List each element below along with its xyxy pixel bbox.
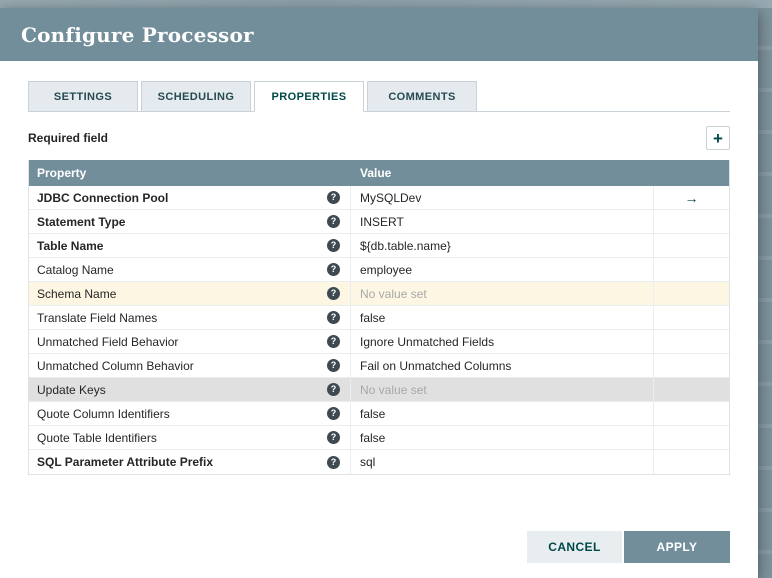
properties-table: Property Value JDBC Connection Pool ? My… (28, 160, 730, 475)
table-row[interactable]: Unmatched Column Behavior ? Fail on Unma… (29, 354, 729, 378)
column-header-value: Value (360, 166, 392, 180)
required-field-label: Required field (28, 131, 109, 145)
tab-settings[interactable]: SETTINGS (28, 81, 138, 111)
property-value[interactable]: No value set (351, 378, 654, 401)
property-cell: Quote Table Identifiers ? (29, 426, 351, 449)
property-value[interactable]: false (351, 306, 654, 329)
property-cell: Catalog Name ? (29, 258, 351, 281)
table-row[interactable]: Statement Type ? INSERT (29, 210, 729, 234)
property-name: JDBC Connection Pool (37, 190, 169, 205)
properties-table-body: JDBC Connection Pool ? MySQLDev → Statem… (29, 186, 729, 474)
help-icon[interactable]: ? (327, 311, 340, 324)
property-cell: Translate Field Names ? (29, 306, 351, 329)
table-row[interactable]: Table Name ? ${db.table.name} (29, 234, 729, 258)
property-value[interactable]: employee (351, 258, 654, 281)
table-row[interactable]: Unmatched Field Behavior ? Ignore Unmatc… (29, 330, 729, 354)
table-row[interactable]: Quote Column Identifiers ? false (29, 402, 729, 426)
help-icon[interactable]: ? (327, 383, 340, 396)
table-row[interactable]: Translate Field Names ? false (29, 306, 729, 330)
property-name: Schema Name (37, 286, 117, 301)
property-name: Update Keys (37, 382, 106, 397)
property-name: Unmatched Field Behavior (37, 334, 179, 349)
help-icon[interactable]: ? (327, 359, 340, 372)
property-cell: Update Keys ? (29, 378, 351, 401)
property-value[interactable]: MySQLDev (351, 186, 654, 209)
help-icon[interactable]: ? (327, 239, 340, 252)
property-value[interactable]: Fail on Unmatched Columns (351, 354, 654, 377)
property-cell: Unmatched Field Behavior ? (29, 330, 351, 353)
help-icon[interactable]: ? (327, 335, 340, 348)
tab-label: PROPERTIES (271, 91, 347, 103)
table-row[interactable]: JDBC Connection Pool ? MySQLDev → (29, 186, 729, 210)
help-icon[interactable]: ? (327, 431, 340, 444)
property-name: Quote Column Identifiers (37, 406, 170, 421)
help-icon[interactable]: ? (327, 215, 340, 228)
property-value[interactable]: false (351, 402, 654, 425)
tab-bar: SETTINGS SCHEDULING PROPERTIES COMMENTS (28, 81, 730, 112)
property-value[interactable]: Ignore Unmatched Fields (351, 330, 654, 353)
help-icon[interactable]: ? (327, 455, 340, 469)
help-icon[interactable]: ? (327, 191, 340, 204)
property-cell: Table Name ? (29, 234, 351, 257)
tab-label: COMMENTS (388, 91, 456, 103)
background-canvas-top (0, 0, 772, 8)
property-cell: JDBC Connection Pool ? (29, 186, 351, 209)
property-cell: Schema Name ? (29, 282, 351, 305)
tab-properties[interactable]: PROPERTIES (254, 81, 364, 112)
help-icon[interactable]: ? (327, 263, 340, 276)
dialog-body: SETTINGS SCHEDULING PROPERTIES COMMENTS … (0, 61, 758, 578)
column-header-property: Property (37, 166, 87, 180)
go-to-service-icon[interactable]: → (654, 186, 729, 209)
property-name: Unmatched Column Behavior (37, 358, 194, 373)
help-icon[interactable]: ? (327, 287, 340, 300)
add-property-button[interactable]: + (706, 126, 730, 150)
property-value[interactable]: false (351, 426, 654, 449)
property-cell: Quote Column Identifiers ? (29, 402, 351, 425)
plus-icon: + (713, 128, 723, 148)
dialog-footer: CANCEL APPLY (28, 531, 730, 578)
property-value[interactable]: No value set (351, 282, 654, 305)
dialog-header: Configure Processor (0, 8, 758, 61)
property-name: Table Name (37, 238, 104, 253)
configure-processor-dialog: Configure Processor SETTINGS SCHEDULING … (0, 8, 758, 578)
table-row[interactable]: Quote Table Identifiers ? false (29, 426, 729, 450)
property-cell: Unmatched Column Behavior ? (29, 354, 351, 377)
property-name: SQL Parameter Attribute Prefix (37, 455, 214, 469)
tab-comments[interactable]: COMMENTS (367, 81, 477, 111)
cancel-button[interactable]: CANCEL (527, 531, 622, 563)
property-cell: SQL Parameter Attribute Prefix ? (29, 450, 351, 474)
property-value[interactable]: sql (351, 450, 654, 474)
property-cell: Statement Type ? (29, 210, 351, 233)
help-icon[interactable]: ? (327, 407, 340, 420)
table-header-row: Property Value (29, 160, 729, 186)
table-row[interactable]: Catalog Name ? employee (29, 258, 729, 282)
property-value[interactable]: ${db.table.name} (351, 234, 654, 257)
property-name: Translate Field Names (37, 310, 158, 325)
table-row[interactable]: Schema Name ? No value set (29, 282, 729, 306)
table-row[interactable]: SQL Parameter Attribute Prefix ? sql (29, 450, 729, 474)
table-row[interactable]: Update Keys ? No value set (29, 378, 729, 402)
tab-label: SETTINGS (53, 91, 113, 103)
property-name: Quote Table Identifiers (37, 430, 157, 445)
dialog-title: Configure Processor (21, 23, 254, 47)
tab-scheduling[interactable]: SCHEDULING (141, 81, 251, 111)
property-name: Statement Type (37, 214, 126, 229)
apply-button[interactable]: APPLY (624, 531, 730, 563)
property-value[interactable]: INSERT (351, 210, 654, 233)
properties-toolbar: Required field + (28, 125, 730, 151)
property-name: Catalog Name (37, 262, 114, 277)
background-canvas-right (758, 8, 772, 578)
tab-label: SCHEDULING (157, 91, 235, 103)
